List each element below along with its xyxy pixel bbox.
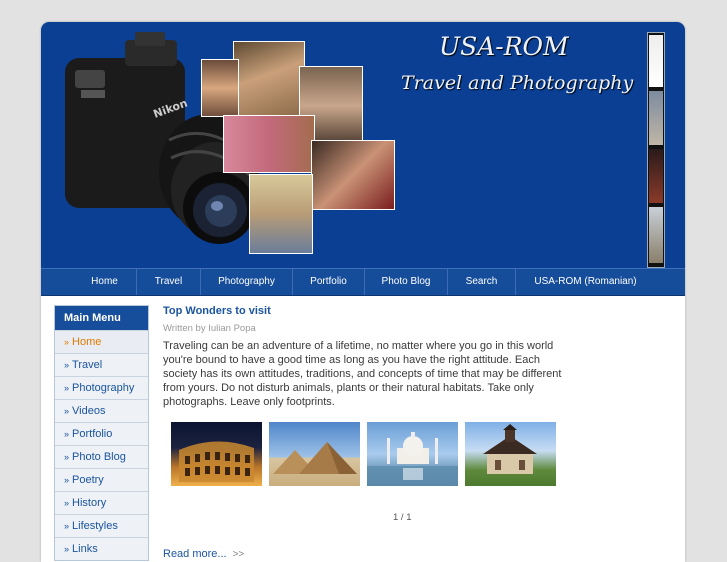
portrait-photo [249, 174, 313, 254]
portrait-photo [201, 59, 239, 117]
menu-item-videos[interactable]: » Videos [55, 399, 148, 422]
double-chevron-right-icon: » [64, 498, 70, 508]
read-more-link[interactable]: Read more... >> [163, 548, 244, 560]
nav-search[interactable]: Search [448, 269, 516, 295]
portrait-photo [311, 140, 395, 210]
article-body: Traveling can be an adventure of a lifet… [163, 340, 562, 408]
double-chevron-right-icon: » [64, 406, 70, 416]
menu-item-photo-blog[interactable]: » Photo Blog [55, 445, 148, 468]
double-chevron-right-icon: » [64, 360, 70, 370]
article-byline: Written by Iulian Popa [163, 323, 256, 334]
monastery-image [483, 424, 537, 474]
nav-photography[interactable]: Photography [201, 269, 293, 295]
menu-item-history[interactable]: » History [55, 491, 148, 514]
double-chevron-right-icon: » [64, 544, 70, 554]
double-chevron-down-icon: » [64, 337, 70, 347]
page-frame: USA-ROM Travel and Photography Nikon Hom… [41, 22, 685, 562]
nav-travel[interactable]: Travel [137, 269, 201, 295]
gallery-pager: 1 / 1 [393, 512, 412, 523]
image-strip [647, 32, 665, 268]
gallery-thumbnail[interactable] [171, 422, 262, 486]
portrait-photo [223, 115, 315, 173]
double-arrow-right-icon: >> [232, 549, 245, 560]
site-title: USA-ROM [439, 32, 569, 61]
menu-item-lifestyles[interactable]: » Lifestyles [55, 514, 148, 537]
site-subtitle: Travel and Photography [401, 72, 634, 94]
image-gallery [171, 422, 571, 488]
double-chevron-right-icon: » [64, 475, 70, 485]
double-chevron-right-icon: » [64, 452, 70, 462]
nav-usa-rom-romanian[interactable]: USA-ROM (Romanian) [516, 269, 655, 295]
article-title-link[interactable]: Top Wonders to visit [163, 305, 573, 317]
menu-item-travel[interactable]: » Travel [55, 353, 148, 376]
colosseum-image [179, 441, 254, 482]
main-nav: Home Travel Photography Portfolio Photo … [41, 268, 685, 296]
menu-item-home[interactable]: » Home [55, 330, 148, 353]
site-header: USA-ROM Travel and Photography Nikon [41, 22, 685, 268]
menu-item-poetry[interactable]: » Poetry [55, 468, 148, 491]
gallery-thumbnail[interactable] [367, 422, 458, 486]
double-chevron-right-icon: » [64, 521, 70, 531]
double-chevron-right-icon: » [64, 429, 70, 439]
menu-item-portfolio[interactable]: » Portfolio [55, 422, 148, 445]
nav-home[interactable]: Home [73, 269, 137, 295]
menu-item-photography[interactable]: » Photography [55, 376, 148, 399]
taj-mahal-image [367, 432, 458, 486]
main-menu: Main Menu » Home » Travel » Photography » Vi… [54, 305, 149, 561]
gallery-thumbnail[interactable] [465, 422, 556, 486]
gallery-thumbnail[interactable] [269, 422, 360, 486]
portrait-photo [233, 41, 305, 117]
double-chevron-right-icon: » [64, 383, 70, 393]
nav-photo-blog[interactable]: Photo Blog [365, 269, 448, 295]
nav-portfolio[interactable]: Portfolio [293, 269, 365, 295]
menu-item-links[interactable]: » Links [55, 537, 148, 560]
pyramids-image [273, 442, 357, 474]
article: Top Wonders to visit Written by Iulian P… [163, 305, 573, 409]
main-menu-title: Main Menu [55, 306, 148, 330]
